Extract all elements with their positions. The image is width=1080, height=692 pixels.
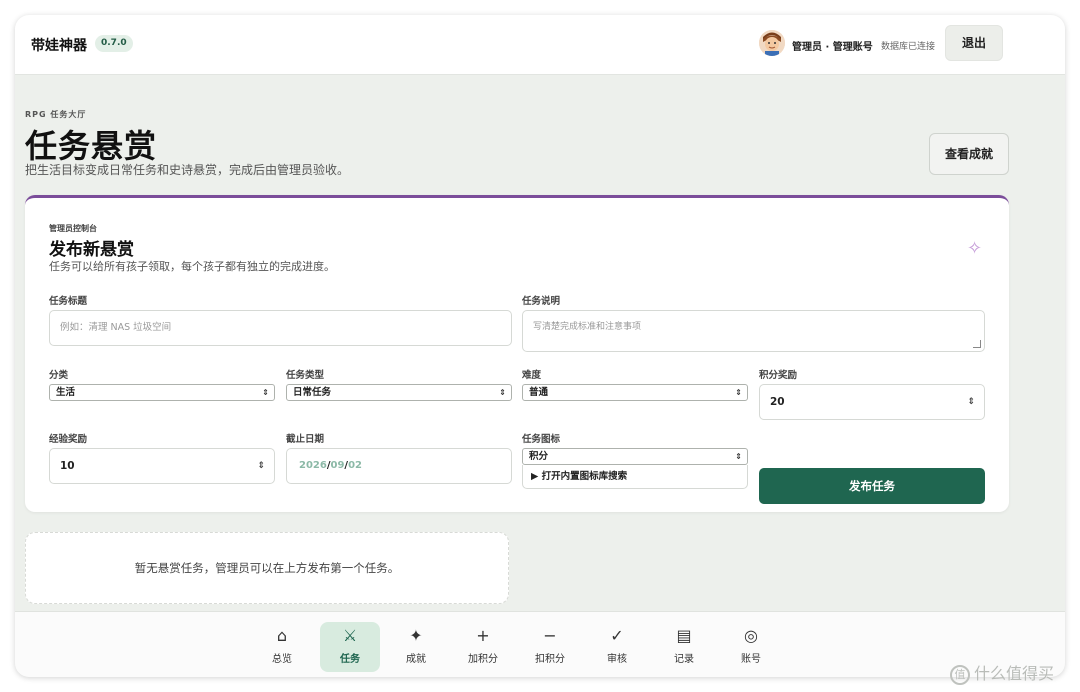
home-icon: ⌂	[276, 626, 288, 645]
card-title: 发布新悬赏	[49, 240, 134, 260]
nav-item-deduct-points[interactable]: − 扣积分	[520, 622, 580, 672]
category-label: 分类	[49, 370, 69, 381]
top-bar: 带娃神器 0.7.0 管理员 · 管理账号 数据库已连接 退出	[15, 15, 1065, 75]
nav-item-achievements[interactable]: ✦ 成就	[386, 622, 446, 672]
nav-label: 加积分	[468, 654, 498, 665]
bottom-nav: ⌂ 总览 ⚔ 任务 ✦ 成就 + 加积分 − 扣积分 ✓ 审核 ▤ 记录 ◎ 账	[15, 611, 1065, 677]
sparkle-icon: ✧	[967, 238, 983, 259]
nav-label: 记录	[674, 654, 694, 665]
db-status: 数据库已连接	[881, 42, 936, 52]
deadline-label: 截止日期	[286, 434, 325, 445]
xp-reward-value: 10	[60, 460, 75, 472]
nav-item-account[interactable]: ◎ 账号	[721, 622, 781, 672]
nav-label: 总览	[272, 654, 292, 665]
minus-icon: −	[543, 626, 557, 645]
stepper-arrows-icon[interactable]: ⇕	[967, 385, 975, 419]
deadline-day: 02	[348, 460, 362, 471]
task-desc-placeholder: 写清楚完成标准和注意事项	[533, 322, 642, 332]
task-icon-label: 任务图标	[522, 434, 561, 445]
nav-label: 账号	[741, 654, 761, 665]
page-eyebrow: RPG 任务大厅	[25, 110, 87, 119]
select-chevron-icon: ⇕	[262, 388, 269, 397]
card-eyebrow: 管理员控制台	[49, 224, 97, 233]
task-desc-label: 任务说明	[522, 296, 561, 307]
app-name: 带娃神器	[31, 38, 87, 54]
sparkle-icon: ✦	[409, 626, 423, 645]
publish-bounty-card: 管理员控制台 发布新悬赏 任务可以给所有孩子领取，每个孩子都有独立的完成进度。 …	[25, 195, 1009, 512]
nav-label: 扣积分	[535, 654, 565, 665]
difficulty-select[interactable]: 普通 ⇕	[522, 384, 748, 401]
version-badge: 0.7.0	[95, 35, 133, 52]
view-achievements-button[interactable]: 查看成就	[929, 133, 1009, 175]
nav-item-review[interactable]: ✓ 审核	[587, 622, 647, 672]
avatar-face-icon	[759, 30, 785, 56]
deadline-year: 2026	[299, 460, 327, 471]
task-type-label: 任务类型	[286, 370, 325, 381]
publish-task-button[interactable]: 发布任务	[759, 468, 985, 504]
nav-item-add-points[interactable]: + 加积分	[453, 622, 513, 672]
deadline-date-input[interactable]: 2026/09/02	[286, 448, 512, 484]
list-icon: ▤	[676, 626, 692, 645]
xp-reward-label: 经验奖励	[49, 434, 88, 445]
select-chevron-icon: ⇕	[499, 388, 506, 397]
nav-label: 成就	[406, 654, 426, 665]
avatar[interactable]	[759, 30, 785, 56]
task-desc-textarea[interactable]: 写清楚完成标准和注意事项	[522, 310, 985, 352]
select-chevron-icon: ⇕	[735, 388, 742, 397]
xp-reward-stepper[interactable]: 10 ⇕	[49, 448, 275, 484]
select-chevron-icon: ⇕	[735, 452, 742, 461]
points-reward-label: 积分奖励	[759, 370, 798, 381]
points-reward-value: 20	[770, 396, 785, 408]
difficulty-value: 普通	[529, 387, 549, 398]
empty-state: 暂无悬赏任务，管理员可以在上方发布第一个任务。	[25, 532, 509, 604]
user-label: 管理员 · 管理账号	[792, 42, 873, 53]
category-select[interactable]: 生活 ⇕	[49, 384, 275, 401]
nav-label: 任务	[340, 654, 360, 665]
task-title-input[interactable]: 例如：清理 NAS 垃圾空间	[49, 310, 512, 346]
check-icon: ✓	[610, 626, 624, 645]
watermark-logo-icon: 值	[950, 664, 970, 685]
deadline-month: 09	[330, 460, 345, 471]
difficulty-label: 难度	[522, 370, 542, 381]
logout-button[interactable]: 退出	[945, 25, 1003, 61]
task-type-value: 日常任务	[293, 387, 332, 398]
task-title-label: 任务标题	[49, 296, 88, 307]
page-subtitle: 把生活目标变成日常任务和史诗悬赏，完成后由管理员验收。	[25, 163, 350, 177]
icon-library-toggle[interactable]: ▶ 打开内置图标库搜索	[522, 465, 748, 489]
nav-item-records[interactable]: ▤ 记录	[654, 622, 714, 672]
plus-icon: +	[476, 626, 490, 645]
watermark: 值什么值得买	[950, 660, 1054, 685]
nav-item-overview[interactable]: ⌂ 总览	[252, 622, 312, 672]
category-value: 生活	[56, 387, 76, 398]
app-window: 带娃神器 0.7.0 管理员 · 管理账号 数据库已连接 退出 RPG 任务大厅…	[15, 15, 1065, 677]
nav-label: 审核	[607, 654, 627, 665]
resize-handle[interactable]	[973, 340, 981, 348]
swords-icon: ⚔	[342, 626, 358, 645]
task-icon-value: 积分	[529, 451, 549, 462]
watermark-text: 什么值得买	[974, 664, 1055, 683]
task-type-select[interactable]: 日常任务 ⇕	[286, 384, 512, 401]
account-circle-icon: ◎	[744, 626, 758, 645]
nav-item-tasks[interactable]: ⚔ 任务	[320, 622, 380, 672]
points-reward-stepper[interactable]: 20 ⇕	[759, 384, 985, 420]
stepper-arrows-icon[interactable]: ⇕	[257, 449, 265, 483]
card-subtitle: 任务可以给所有孩子领取，每个孩子都有独立的完成进度。	[49, 260, 335, 273]
task-icon-select[interactable]: 积分 ⇕	[522, 448, 748, 465]
